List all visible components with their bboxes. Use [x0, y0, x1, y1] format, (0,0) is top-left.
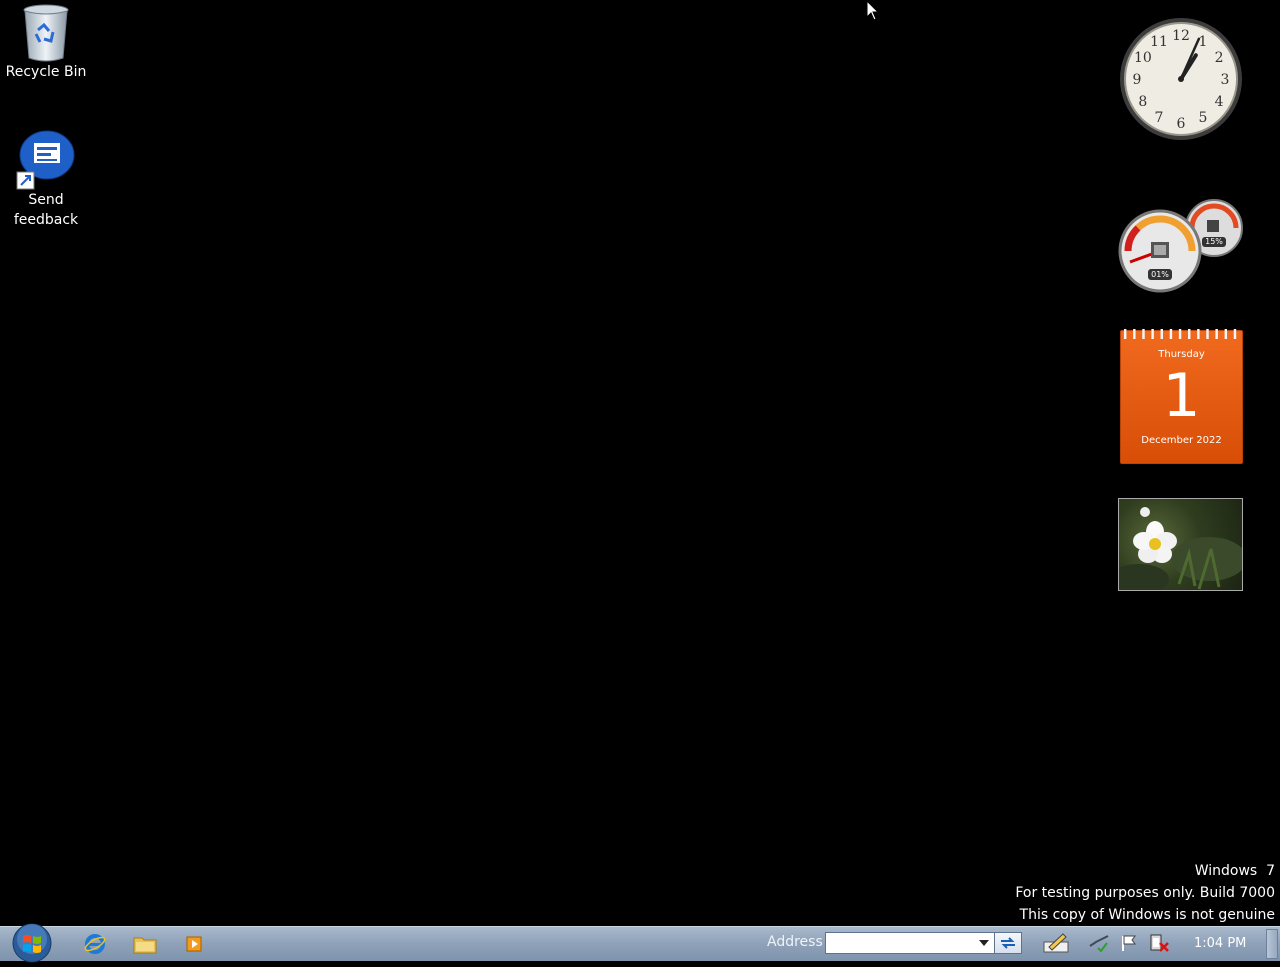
calendar-binder-ring [1151, 329, 1154, 339]
calendar-binder-ring [1206, 329, 1209, 339]
calendar-binder-ring [1142, 329, 1145, 339]
calendar-binder-ring [1187, 329, 1191, 339]
calendar-month-year: December 2022 [1141, 435, 1222, 446]
windows-explorer-button[interactable] [131, 931, 159, 957]
internet-explorer-button[interactable] [81, 931, 109, 957]
clock-numeral: 4 [1215, 94, 1224, 110]
clock-numeral: 1 [1199, 34, 1208, 50]
media-player-button[interactable] [180, 931, 208, 957]
clock-numeral: 2 [1215, 50, 1224, 66]
watermark-genuine: This copy of Windows is not genuine [1019, 907, 1275, 923]
cpu-usage-readout: 01% [1151, 270, 1169, 279]
watermark-title: Windows 7 [1194, 863, 1275, 879]
show-desktop-button[interactable] [1266, 929, 1278, 959]
clock-numeral: 12 [1172, 28, 1190, 44]
windows-explorer-icon [133, 937, 157, 954]
address-toolbar-label: Address [767, 934, 823, 950]
taskbar: Address 1:04 PM [0, 923, 1280, 963]
calendar-binder-ring [1233, 329, 1237, 339]
internet-explorer-icon [84, 934, 106, 954]
windows-orb-icon [12, 923, 52, 963]
calendar-binder-ring [1123, 329, 1127, 339]
tray-network[interactable] [1088, 932, 1110, 954]
go-arrows-icon [1001, 937, 1015, 949]
windows-watermark: Windows 7 For testing purposes only. Bui… [1015, 860, 1275, 926]
calendar-binder-ring [1178, 329, 1182, 339]
clock-numeral: 7 [1155, 110, 1164, 126]
tray-pen-input[interactable] [1043, 932, 1069, 954]
network-icon [1089, 935, 1109, 952]
clock-gadget[interactable]: 12 1 2 3 4 5 6 7 8 9 10 11 [1118, 16, 1244, 142]
tray-power[interactable] [1148, 932, 1170, 954]
clock-numeral: 9 [1133, 72, 1142, 88]
address-dropdown-button[interactable] [976, 935, 992, 951]
clock-numeral: 11 [1150, 34, 1168, 50]
calendar-binder-ring [1215, 329, 1218, 339]
start-button[interactable] [10, 923, 54, 963]
recycle-bin-icon [16, 2, 76, 62]
send-feedback-icon [16, 130, 76, 190]
cpu-meter-gadget[interactable]: 01% 15% [1118, 198, 1244, 294]
clock-numeral: 8 [1138, 94, 1147, 110]
mouse-cursor-icon [866, 0, 880, 21]
watermark-build: For testing purposes only. Build 7000 [1015, 885, 1275, 901]
calendar-binder-ring [1224, 329, 1228, 339]
calendar-binder-ring [1160, 329, 1164, 339]
send-feedback-label: Send feedback [13, 192, 79, 228]
calendar-day-name: Thursday [1158, 349, 1205, 360]
white-flower-photo [1119, 507, 1242, 590]
power-icon [1150, 934, 1169, 952]
action-center-flag-icon [1122, 935, 1136, 951]
clock-numeral: 10 [1134, 50, 1152, 66]
recycle-bin-shortcut[interactable]: Recycle Bin [0, 2, 92, 82]
taskbar-clock[interactable]: 1:04 PM [1194, 936, 1246, 951]
tray-action-center[interactable] [1118, 932, 1140, 954]
chevron-down-icon [979, 940, 989, 946]
calendar-binder-ring [1169, 329, 1173, 339]
calendar-binder-ring [1197, 329, 1200, 339]
calendar-gadget[interactable]: Thursday 1 December 2022 [1120, 329, 1243, 464]
calendar-day-number: 1 [1162, 361, 1201, 431]
recycle-bin-label: Recycle Bin [5, 64, 87, 80]
media-player-icon [186, 936, 202, 952]
address-input[interactable] [826, 935, 980, 953]
clock-numeral: 3 [1221, 72, 1230, 88]
calendar-binder-ring [1133, 329, 1136, 339]
address-field[interactable] [825, 932, 995, 954]
memory-usage-readout: 15% [1205, 237, 1223, 246]
clock-numeral: 5 [1199, 110, 1208, 126]
address-go-button[interactable] [994, 932, 1022, 954]
send-feedback-shortcut[interactable]: Send feedback [0, 130, 92, 230]
slideshow-gadget[interactable] [1118, 498, 1243, 591]
clock-numeral: 6 [1177, 116, 1186, 132]
pen-input-icon [1043, 933, 1069, 953]
